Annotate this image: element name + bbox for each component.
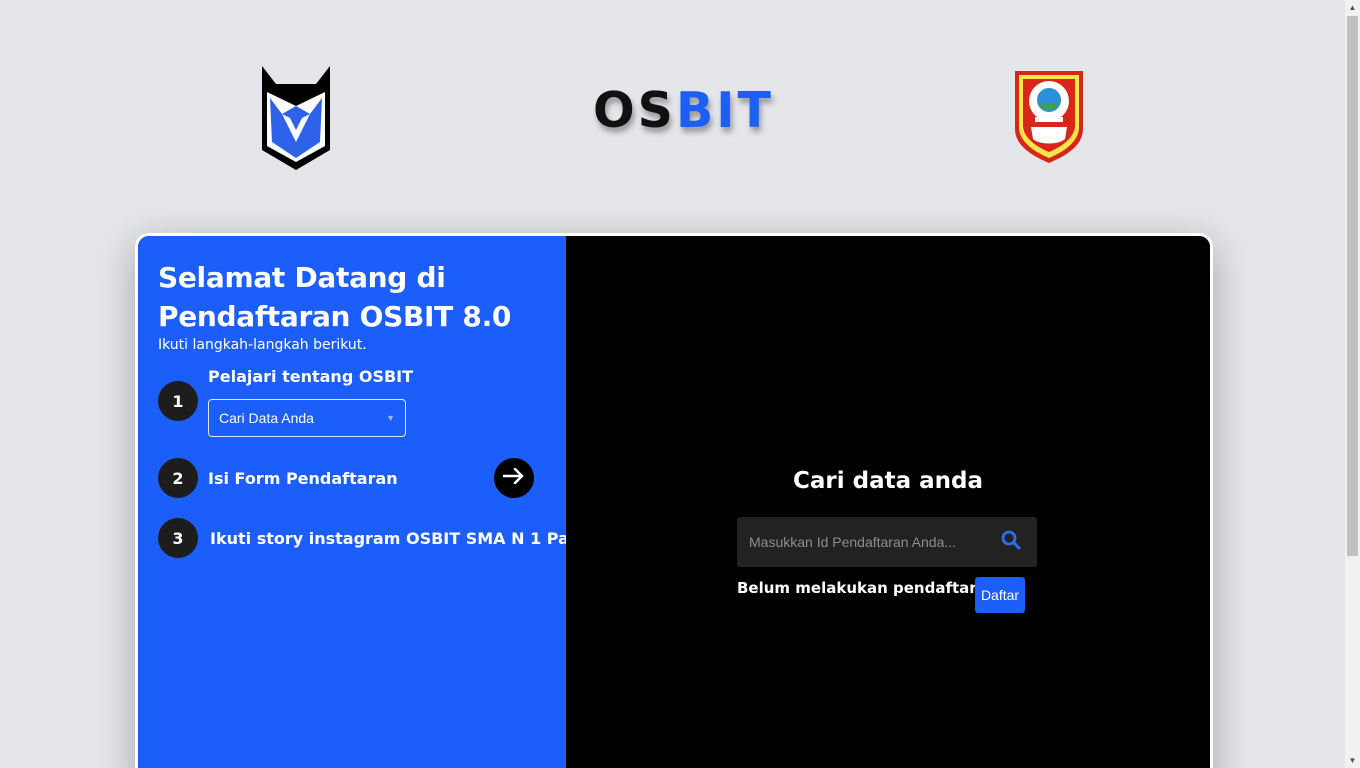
brand-title-part-a: OS bbox=[593, 82, 676, 139]
main-card: Selamat Datang di Pendaftaran OSBIT 8.0 … bbox=[135, 233, 1213, 768]
search-title: Cari data anda bbox=[792, 468, 984, 494]
welcome-subtitle: Ikuti langkah-langkah berikut. bbox=[158, 337, 367, 353]
data-select[interactable]: Cari Data Anda ▼ bbox=[208, 399, 406, 437]
step-1-number: 1 bbox=[158, 381, 198, 421]
school-crest-logo bbox=[1013, 69, 1085, 165]
scroll-up-icon[interactable]: ▲ bbox=[1345, 0, 1360, 15]
brand-title: OSBIT bbox=[593, 86, 774, 135]
scroll-thumb[interactable] bbox=[1347, 16, 1358, 556]
register-button[interactable]: Daftar bbox=[975, 577, 1025, 613]
chevron-down-icon: ▼ bbox=[386, 413, 395, 423]
arrow-right-icon bbox=[502, 467, 525, 489]
registration-id-input[interactable] bbox=[747, 533, 991, 551]
search-icon bbox=[1001, 530, 1021, 555]
welcome-title: Selamat Datang di Pendaftaran OSBIT 8.0 bbox=[158, 261, 512, 333]
osbit-shield-logo bbox=[258, 62, 334, 172]
page: OSBIT Selamat Datang di Pendaftaran OSBI… bbox=[0, 0, 1345, 768]
register-prompt: Belum melakukan pendaftaran? bbox=[737, 579, 1007, 597]
next-step-button[interactable] bbox=[494, 458, 534, 498]
step-3-label: Ikuti story instagram OSBIT SMA N 1 Pati bbox=[210, 529, 583, 548]
step-1-label: Pelajari tentang OSBIT bbox=[208, 367, 414, 386]
brand-title-part-b: BIT bbox=[675, 82, 774, 139]
search-panel: Cari data anda Belum melakukan pendaftar… bbox=[566, 236, 1210, 768]
step-2-label: Isi Form Pendaftaran bbox=[208, 469, 398, 488]
scroll-down-icon[interactable]: ▼ bbox=[1345, 753, 1360, 768]
step-2-number: 2 bbox=[158, 458, 198, 498]
data-select-value: Cari Data Anda bbox=[219, 410, 314, 426]
step-3-number: 3 bbox=[158, 518, 198, 558]
search-box bbox=[737, 517, 1037, 567]
search-button[interactable] bbox=[991, 522, 1031, 562]
steps-panel: Selamat Datang di Pendaftaran OSBIT 8.0 … bbox=[138, 236, 582, 768]
page-scrollbar[interactable]: ▲ ▼ bbox=[1345, 0, 1360, 768]
